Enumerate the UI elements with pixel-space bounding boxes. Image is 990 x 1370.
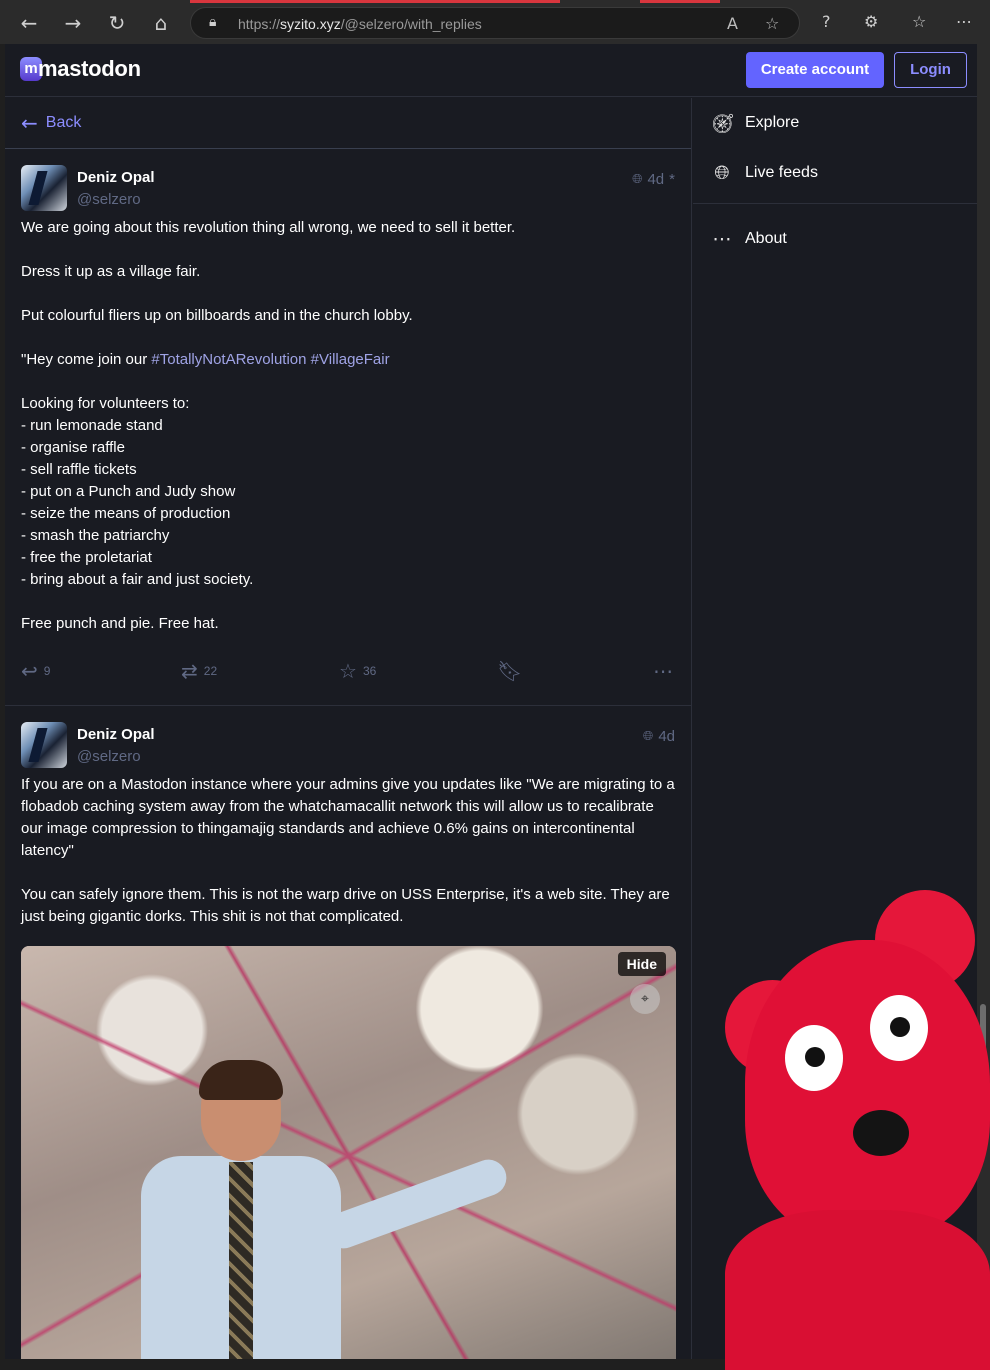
boost-icon: ⇄ [181, 659, 198, 683]
sidebar-item-about[interactable]: ⋯ About [693, 214, 977, 264]
status-content: If you are on a Mastodon instance where … [21, 774, 675, 928]
status-actions: ↩ 9 ⇄ 22 ☆ 36 🔖︎ ⋯ [21, 649, 675, 705]
compass-icon: 🧭︎ [711, 112, 736, 135]
extensions-icon[interactable]: ⚙ [864, 12, 878, 31]
status-post[interactable]: Deniz Opal @selzero 🌐︎ 4d * We are going… [5, 149, 691, 706]
bear-body [725, 1210, 990, 1370]
sidebar-item-live-feeds[interactable]: 🌐︎ Live feeds [693, 148, 977, 198]
reply-count: 9 [43, 664, 51, 678]
favourite-count: 36 [362, 664, 377, 678]
read-aloud-icon[interactable]: A [727, 14, 738, 33]
bear-head [745, 940, 990, 1240]
display-name[interactable]: Deniz Opal [77, 169, 155, 186]
main-column: ← Back Deniz Opal @selzero 🌐︎ 4d * We ar… [5, 98, 692, 1359]
bookmark-button[interactable]: 🔖︎ [497, 659, 522, 683]
boost-count: 22 [203, 664, 218, 678]
more-options-button[interactable]: ⋯ [653, 659, 673, 683]
status-post[interactable]: Deniz Opal @selzero 🌐︎ 4d If you are on … [5, 706, 691, 1359]
paragraph: Dress it up as a village fair. [21, 263, 201, 280]
back-arrow-icon: ← [21, 111, 38, 135]
more-menu-icon[interactable]: ⋯ [956, 12, 972, 31]
back-button[interactable]: ← Back [5, 98, 691, 149]
sidebar-item-label: About [745, 230, 787, 247]
favorites-icon[interactable]: ☆ [912, 12, 926, 31]
sidebar-item-explore[interactable]: 🧭︎ Explore [693, 98, 977, 148]
paragraph: Looking for volunteers to: - run lemonad… [21, 395, 254, 588]
bear-nose [853, 1110, 909, 1156]
back-label: Back [45, 114, 82, 131]
star-favorite-icon[interactable]: ☆ [765, 14, 779, 33]
back-arrow-icon[interactable]: ← [16, 10, 42, 36]
hide-media-button[interactable]: Hide [617, 952, 666, 976]
relative-time: 4d [647, 171, 665, 188]
paragraph: Free punch and pie. Free hat. [21, 615, 219, 632]
status-header: Deniz Opal @selzero 🌐︎ 4d * [21, 165, 675, 217]
hashtag-link[interactable]: #TotallyNotARevolution [151, 351, 306, 368]
paragraph-with-hashtags: "Hey come join our #TotallyNotARevolutio… [21, 349, 675, 371]
globe-visibility-icon: 🌐︎ [642, 729, 654, 744]
address-bar[interactable]: 🔒︎ https://syzito.xyz/@selzero/with_repl… [190, 7, 800, 39]
hair [199, 1060, 283, 1100]
login-button[interactable]: Login [894, 52, 967, 88]
star-icon: ☆ [339, 659, 357, 683]
favourite-button[interactable]: ☆ 36 [339, 659, 376, 683]
ellipsis-icon: ⋯ [712, 228, 732, 250]
create-account-button[interactable]: Create account [746, 52, 884, 88]
tab-indicator [640, 0, 720, 3]
account-handle[interactable]: @selzero [77, 191, 141, 208]
logo-text: mastodon [38, 56, 141, 81]
address-url: https://syzito.xyz/@selzero/with_replies [238, 16, 482, 32]
status-meta[interactable]: 🌐︎ 4d * [632, 171, 675, 188]
refresh-icon[interactable]: ↻ [104, 10, 130, 36]
paragraph: Put colourful fliers up on billboards an… [21, 307, 413, 324]
display-name[interactable]: Deniz Opal [77, 726, 155, 743]
paragraph: We are going about this revolution thing… [21, 219, 516, 236]
avatar[interactable] [21, 722, 67, 768]
paragraph: If you are on a Mastodon instance where … [21, 776, 675, 859]
bear-sticker-image [725, 880, 990, 1370]
help-icon[interactable]: ? [822, 12, 831, 31]
status-meta[interactable]: 🌐︎ 4d [643, 728, 675, 745]
boost-button[interactable]: ⇄ 22 [181, 659, 217, 683]
header: m mastodon Create account Login [5, 44, 977, 97]
sidebar-item-label: Explore [745, 114, 800, 131]
paragraph-text: "Hey come join our [21, 351, 152, 368]
tie [229, 1162, 253, 1359]
bookmark-icon: 🔖︎ [497, 659, 523, 683]
bear-eye [785, 1025, 843, 1091]
hashtag-link[interactable]: #VillageFair [311, 351, 390, 368]
sidebar-item-label: Live feeds [745, 164, 818, 181]
divider [693, 203, 977, 204]
browser-toolbar: ← → ↻ ⌂ 🔒︎ https://syzito.xyz/@selzero/w… [0, 0, 990, 44]
bear-eye [870, 995, 928, 1061]
relative-time: 4d [658, 728, 675, 745]
reply-icon: ↩ [21, 659, 38, 683]
tab-indicator [190, 0, 560, 3]
globe-visibility-icon: 🌐︎ [632, 172, 643, 187]
globe-icon: 🌐︎ [714, 162, 730, 184]
reply-button[interactable]: ↩ 9 [21, 659, 50, 683]
alt-text-icon[interactable]: ⌖ [630, 984, 660, 1014]
status-header: Deniz Opal @selzero 🌐︎ 4d [21, 722, 675, 774]
mastodon-logo[interactable]: m mastodon [20, 56, 141, 82]
account-handle[interactable]: @selzero [77, 748, 141, 765]
ellipsis-icon: ⋯ [653, 659, 673, 683]
lock-icon: 🔒︎ [209, 14, 217, 30]
media-person [81, 1060, 512, 1359]
status-content: We are going about this revolution thing… [21, 217, 675, 635]
paragraph: You can safely ignore them. This is not … [21, 886, 670, 925]
sidebar: 🧭︎ Explore 🌐︎ Live feeds ⋯ About [693, 98, 977, 264]
home-icon[interactable]: ⌂ [148, 10, 174, 36]
edited-mark: * [669, 171, 675, 188]
avatar[interactable] [21, 165, 67, 211]
forward-arrow-icon[interactable]: → [60, 10, 86, 36]
media-attachment[interactable]: Hide ⌖ [21, 946, 676, 1359]
